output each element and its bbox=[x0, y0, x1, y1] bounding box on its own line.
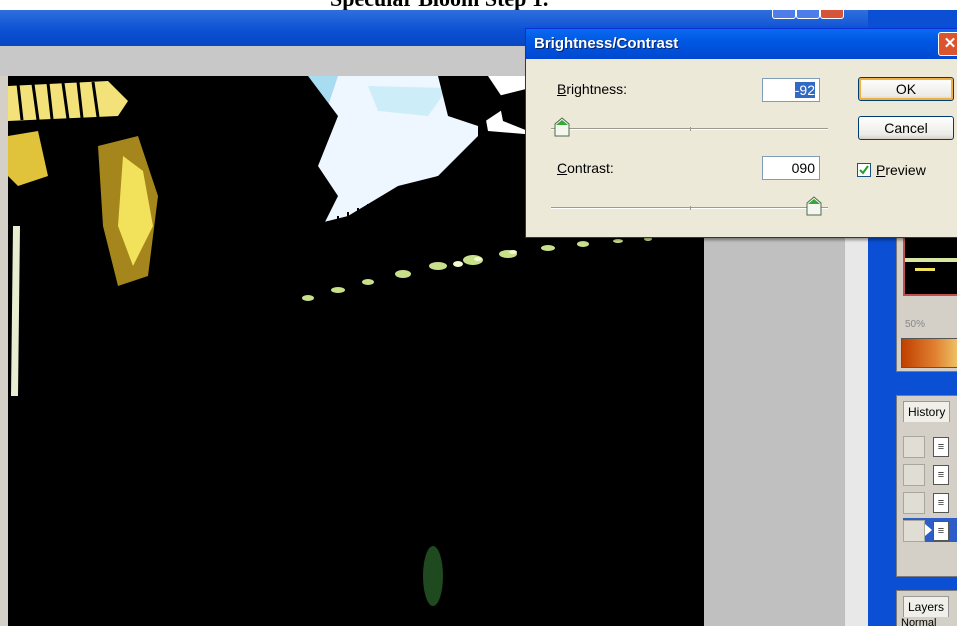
preview-label[interactable]: Preview bbox=[876, 162, 926, 178]
page-caption: Specular Bloom Step 1. bbox=[0, 0, 957, 10]
document-icon: ≡ bbox=[933, 493, 949, 513]
history-state[interactable]: ≡ bbox=[903, 434, 957, 458]
document-icon: ≡ bbox=[933, 465, 949, 485]
history-state[interactable]: ≡ bbox=[903, 462, 957, 486]
contrast-slider-thumb[interactable] bbox=[806, 196, 822, 216]
history-state-active[interactable]: ≡ bbox=[903, 518, 957, 542]
maximize-button[interactable] bbox=[796, 10, 820, 19]
checkmark-icon bbox=[859, 165, 869, 175]
navigator-zoom: 50% bbox=[905, 319, 926, 330]
brightness-label: Brightness: bbox=[557, 81, 628, 97]
brightness-contrast-dialog: Brightness/Contrast ✕ Brightness: -92 Co… bbox=[525, 28, 957, 238]
navigator-zoom-slider[interactable] bbox=[901, 338, 957, 368]
document-icon: ≡ bbox=[933, 521, 949, 541]
preview-checkbox[interactable] bbox=[857, 163, 871, 177]
layers-palette: Layers Normal bbox=[896, 590, 957, 626]
history-palette: History ≡ ≡ ≡ ≡ bbox=[896, 395, 957, 577]
close-window-button[interactable] bbox=[820, 10, 844, 19]
dialog-title: Brightness/Contrast bbox=[534, 35, 679, 52]
navigator-thumbnail[interactable] bbox=[903, 236, 957, 296]
blend-mode-select[interactable]: Normal bbox=[901, 617, 936, 626]
contrast-label: Contrast: bbox=[557, 160, 614, 176]
slider-center-tick bbox=[690, 127, 691, 131]
dialog-titlebar[interactable]: Brightness/Contrast ✕ bbox=[526, 29, 957, 59]
history-state[interactable]: ≡ bbox=[903, 490, 957, 514]
minimize-button[interactable] bbox=[772, 10, 796, 19]
brightness-slider-thumb[interactable] bbox=[554, 117, 570, 137]
contrast-input[interactable]: 090 bbox=[762, 156, 820, 180]
tab-layers[interactable]: Layers bbox=[903, 596, 950, 617]
document-edge bbox=[0, 76, 8, 626]
history-pointer-icon bbox=[925, 524, 932, 536]
slider-center-tick bbox=[690, 206, 691, 210]
history-snapshot-box[interactable] bbox=[903, 436, 925, 458]
close-icon[interactable]: ✕ bbox=[938, 32, 957, 56]
thumbnail-image bbox=[905, 238, 957, 294]
brightness-input[interactable]: -92 bbox=[762, 78, 820, 102]
tab-history[interactable]: History bbox=[903, 401, 951, 422]
history-snapshot-box[interactable] bbox=[903, 464, 925, 486]
history-snapshot-box[interactable] bbox=[903, 492, 925, 514]
ok-button[interactable]: OK bbox=[858, 77, 954, 101]
history-snapshot-box[interactable] bbox=[903, 520, 925, 542]
document-icon: ≡ bbox=[933, 437, 949, 457]
caption-title: Specular Bloom Step 1. bbox=[330, 0, 548, 10]
cancel-button[interactable]: Cancel bbox=[858, 116, 954, 140]
